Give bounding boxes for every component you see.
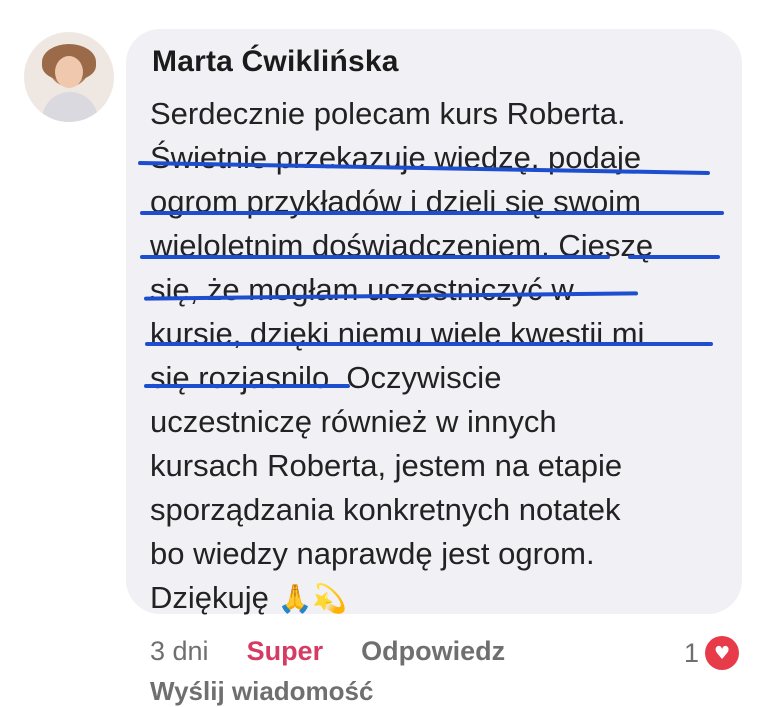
highlight-underline-3: [140, 255, 610, 259]
highlight-underline-2: [140, 211, 724, 215]
comment-line-12-text: Dziękuję: [150, 580, 269, 615]
comment-actions: 3 dni Super Odpowiedz: [150, 636, 505, 667]
pray-and-dizzy-emoji: 🙏💫: [277, 582, 348, 615]
comment-line-3: ogrom przykładów i dzieli się swoim: [150, 184, 641, 219]
comment-line-5: się, że mogłam uczestniczyć w: [150, 272, 574, 307]
comment-line-1: Serdecznie polecam kurs Roberta.: [150, 96, 626, 131]
comment-line-6: kursie, dzięki niemu wiele kwestii mi: [150, 316, 645, 351]
highlight-underline-7: [144, 384, 350, 388]
avatar-shirt: [42, 92, 98, 122]
reply-button[interactable]: Odpowiedz: [361, 636, 505, 667]
reaction-count: 1: [684, 637, 700, 668]
send-message-link[interactable]: Wyślij wiadomość: [150, 676, 373, 707]
avatar[interactable]: [24, 32, 114, 122]
highlight-underline-6: [145, 342, 713, 346]
comment-line-7: się rozjasnilo. Oczywiscie: [150, 360, 502, 395]
comment-line-12: Dziękuję 🙏💫: [150, 576, 730, 621]
comment-line-10: sporządzania konkretnych notatek: [150, 492, 621, 527]
reaction-button[interactable]: Super: [247, 636, 324, 667]
timestamp: 3 dni: [150, 636, 209, 666]
reaction-summary[interactable]: 1 ♥: [684, 636, 740, 670]
comment-line-4: wieloletnim doświadczeniem. Cieszę: [150, 228, 654, 263]
author-name[interactable]: Marta Ćwiklińska: [152, 45, 399, 79]
highlight-underline-4: [628, 255, 720, 259]
comment-line-9: kursach Roberta, jestem na etapie: [150, 448, 623, 483]
comment-line-8: uczestniczę również w innych: [150, 404, 557, 439]
comment-line-11: bo wiedzy naprawdę jest ogrom.: [150, 536, 595, 571]
heart-icon: ♥: [705, 636, 740, 670]
avatar-face: [55, 56, 83, 88]
comment-view: Marta Ćwiklińska Serdecznie polecam kurs…: [0, 0, 765, 707]
